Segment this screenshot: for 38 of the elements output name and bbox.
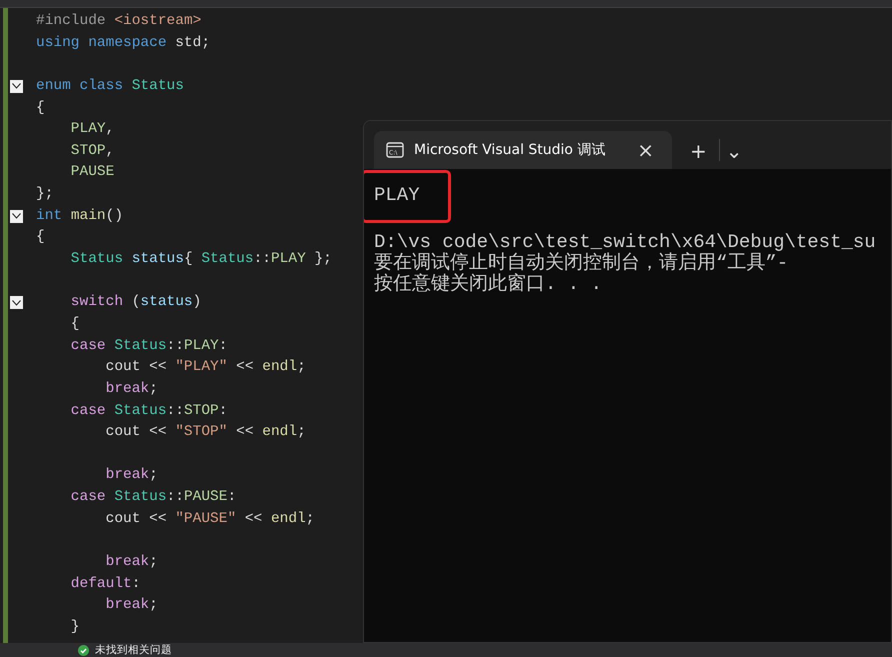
code-line: switch (status) xyxy=(70,293,202,312)
code-line: default: xyxy=(70,574,142,594)
code-line: enum class Status xyxy=(36,76,185,96)
code-line: break; xyxy=(104,553,159,572)
console-line: 按任意键关闭此窗口. . . xyxy=(374,274,604,295)
collapse-icon[interactable] xyxy=(10,210,23,223)
console-line: 要在调试停止时自动关闭控制台，请启用“工具”- xyxy=(374,253,790,274)
code-line: Status status{ Status::PLAY }; xyxy=(70,250,332,270)
code-line: cout << "PAUSE" << endl; xyxy=(104,510,316,529)
code-line: case Status::PLAY: xyxy=(70,336,228,356)
code-line: break; xyxy=(104,380,159,399)
code-line: break; xyxy=(104,466,159,486)
code-line: break; xyxy=(104,596,159,616)
check-icon xyxy=(78,644,89,656)
code-line: STOP, xyxy=(70,142,116,161)
code-line: cout << "STOP" << endl; xyxy=(104,423,307,442)
close-tab-button[interactable]: × xyxy=(631,140,660,160)
console-line: PLAY xyxy=(364,173,448,220)
code-line: }; xyxy=(36,185,54,204)
code-line: { xyxy=(36,98,46,118)
code-line: PAUSE xyxy=(70,163,116,182)
code-line: { xyxy=(70,314,81,334)
code-line: case Status::PAUSE: xyxy=(70,488,238,508)
new-tab-button[interactable]: + xyxy=(684,141,713,161)
code-line: cout << "PLAY" << endl; xyxy=(104,358,307,378)
collapse-icon[interactable] xyxy=(10,80,23,93)
code-line: int main() xyxy=(36,206,124,226)
tab-title: Microsoft Visual Studio 调试 xyxy=(414,140,606,160)
status-text: 未找到相关问题 xyxy=(95,644,172,656)
code-line: case Status::STOP: xyxy=(70,402,228,421)
console-line: D:\vs code\src\test_switch\x64\Debug\test_su xyxy=(374,232,877,253)
code-line: } xyxy=(70,618,81,637)
code-line: { xyxy=(36,228,46,248)
code-line: PLAY, xyxy=(70,120,116,140)
code-line: using namespace std; xyxy=(36,34,212,53)
code-line: #include <iostream> xyxy=(36,12,202,31)
dropdown-button[interactable]: ⌄ xyxy=(720,141,749,161)
collapse-icon[interactable] xyxy=(10,296,23,310)
